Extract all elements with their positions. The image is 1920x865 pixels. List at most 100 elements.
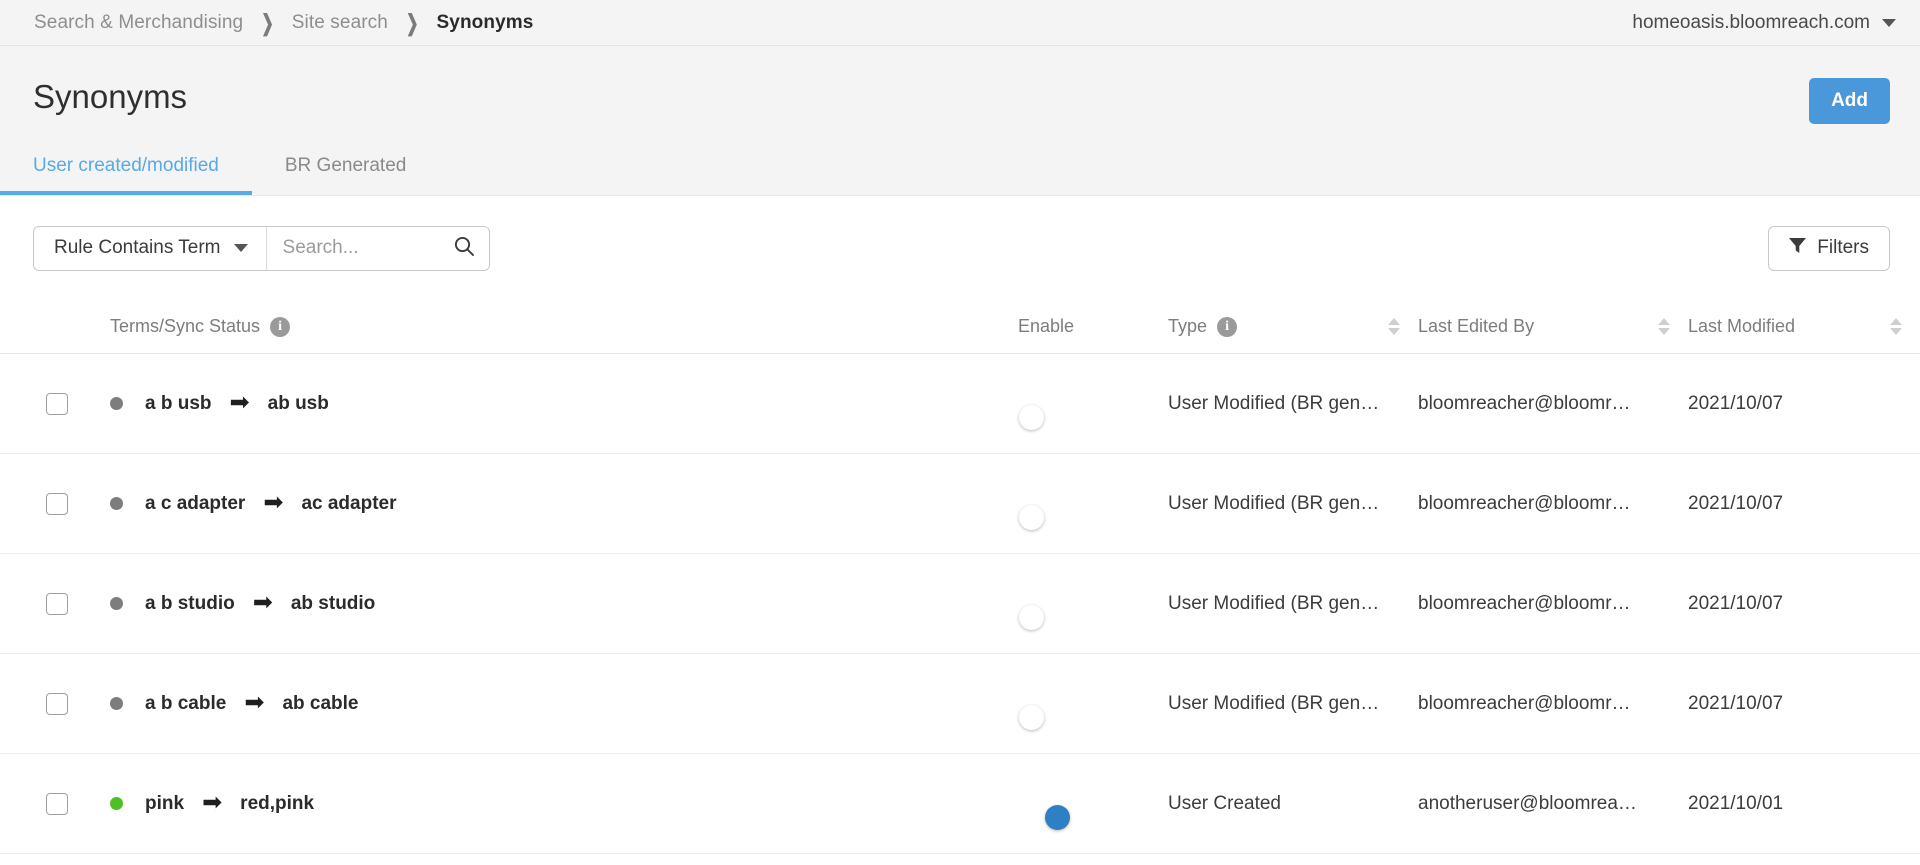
breadcrumb-item-search-merchandising[interactable]: Search & Merchandising [34, 12, 243, 34]
row-terms-cell: pink ➡ red,pink [88, 788, 1018, 816]
search-field-wrap [267, 227, 489, 270]
row-last-edited-by: bloomreacher@bloomr… [1418, 392, 1631, 414]
term-target: ab studio [290, 592, 376, 614]
header-terms: Terms/Sync Status i [88, 316, 1018, 337]
row-terms-cell: a c adapter ➡ ac adapter [88, 488, 1018, 516]
row-last-edited-by: bloomreacher@bloomr… [1418, 592, 1631, 614]
header-last-edited-by: Last Edited By [1418, 316, 1688, 337]
filters-button[interactable]: Filters [1768, 225, 1890, 271]
row-checkbox[interactable] [46, 492, 68, 515]
breadcrumb: Search & Merchandising ❯ Site search ❯ Synon… [34, 10, 1632, 37]
row-last-modified: 2021/10/07 [1688, 392, 1784, 414]
table-row[interactable]: a b studio ➡ ab studio User Modified (BR ge… [0, 554, 1920, 654]
arrow-right-icon: ➡ [252, 588, 273, 616]
row-last-edited-by: anotheruser@bloomrea… [1418, 792, 1637, 814]
row-terms-cell: a b usb ➡ ab usb [88, 388, 1018, 416]
arrow-right-icon: ➡ [202, 788, 223, 816]
sync-status-dot [110, 797, 123, 810]
rule-select-dropdown[interactable]: Rule Contains Term [34, 226, 267, 270]
row-type: User Modified (BR gen… [1168, 592, 1380, 614]
term-source: a b studio [145, 592, 235, 614]
tab-br-generated[interactable]: BR Generated [252, 155, 439, 195]
row-last-modified: 2021/10/01 [1688, 792, 1784, 814]
term-source: a b cable [145, 692, 227, 714]
search-icon[interactable] [453, 235, 475, 262]
top-bar: Search & Merchandising ❯ Site search ❯ Synon… [0, 0, 1920, 46]
info-icon[interactable]: i [1217, 316, 1238, 337]
arrow-right-icon: ➡ [263, 488, 284, 516]
table-row[interactable]: a c adapter ➡ ac adapter User Modified (BR … [0, 454, 1920, 554]
row-type: User Modified (BR gen… [1168, 692, 1380, 714]
term-target: ab cable [282, 692, 359, 714]
sync-status-dot [110, 497, 123, 510]
toolbar: Rule Contains Term Filters [0, 196, 1920, 300]
row-checkbox[interactable] [46, 392, 68, 415]
toggle-knob [1019, 704, 1044, 730]
table-row[interactable]: a b cable ➡ ab cable User Modified (BR gen…… [0, 654, 1920, 754]
tab-bar: User created/modified BR Generated [0, 155, 439, 195]
sync-status-dot [110, 697, 123, 710]
header-terms-label: Terms/Sync Status [110, 316, 261, 336]
chevron-down-icon [1882, 18, 1896, 27]
sort-type-button[interactable] [1388, 318, 1400, 335]
row-checkbox-cell [0, 692, 88, 715]
breadcrumb-item-synonyms: Synonyms [436, 11, 534, 33]
table-header-row: Terms/Sync Status i Enable Type i Last E… [0, 300, 1920, 354]
header-type-label: Type [1168, 316, 1208, 336]
sort-last-modified-button[interactable] [1890, 318, 1902, 335]
toggle-knob [1019, 604, 1044, 630]
term-source: a b usb [145, 392, 212, 414]
header-last-modified: Last Modified [1688, 316, 1920, 337]
term-target: red,pink [240, 792, 315, 814]
row-checkbox-cell [0, 592, 88, 615]
add-button[interactable]: Add [1809, 78, 1890, 124]
arrow-right-icon: ➡ [244, 688, 265, 716]
row-last-edited-by: bloomreacher@bloomr… [1418, 692, 1631, 714]
breadcrumb-item-site-search[interactable]: Site search [292, 12, 388, 34]
table-body: a b usb ➡ ab usb User Modified (BR gen… bloo… [0, 354, 1920, 854]
search-input[interactable] [282, 237, 453, 259]
row-checkbox-cell [0, 392, 88, 415]
row-checkbox[interactable] [46, 792, 68, 815]
row-last-modified: 2021/10/07 [1688, 492, 1784, 514]
sync-status-dot [110, 397, 123, 410]
toggle-knob [1045, 804, 1070, 830]
table-row[interactable]: a b usb ➡ ab usb User Modified (BR gen… bloo… [0, 354, 1920, 454]
header-last-modified-label: Last Modified [1688, 316, 1796, 336]
header-last-edited-by-label: Last Edited By [1418, 316, 1535, 336]
arrow-right-icon: ➡ [229, 388, 250, 416]
row-checkbox-cell [0, 492, 88, 515]
row-terms-cell: a b studio ➡ ab studio [88, 588, 1018, 616]
breadcrumb-separator: ❯ [261, 10, 274, 37]
rule-select-label: Rule Contains Term [54, 237, 221, 258]
row-type: User Created [1168, 792, 1281, 814]
header-enable-label: Enable [1018, 316, 1075, 336]
account-domain-label: homeoasis.bloomreach.com [1632, 11, 1870, 33]
term-target: ab usb [267, 392, 329, 414]
info-icon[interactable]: i [270, 316, 291, 337]
header-enable: Enable [1018, 316, 1168, 337]
row-last-modified: 2021/10/07 [1688, 592, 1784, 614]
toggle-knob [1019, 504, 1044, 530]
row-last-modified: 2021/10/07 [1688, 692, 1784, 714]
breadcrumb-separator: ❯ [405, 10, 419, 37]
row-type: User Modified (BR gen… [1168, 492, 1380, 514]
account-selector[interactable]: homeoasis.bloomreach.com [1632, 12, 1896, 34]
row-checkbox-cell [0, 792, 88, 815]
row-terms-cell: a b cable ➡ ab cable [88, 688, 1018, 716]
header-type: Type i [1168, 316, 1418, 337]
filters-button-label: Filters [1817, 237, 1869, 258]
page-header: Synonyms Add User created/modified BR Gen… [0, 46, 1920, 196]
term-source: pink [145, 792, 185, 814]
tab-user-created-modified[interactable]: User created/modified [0, 155, 252, 195]
row-type: User Modified (BR gen… [1168, 392, 1380, 414]
row-checkbox[interactable] [46, 592, 68, 615]
row-last-edited-by: bloomreacher@bloomr… [1418, 492, 1631, 514]
table-row[interactable]: pink ➡ red,pink User Created anotheruser@blo… [0, 754, 1920, 854]
row-checkbox[interactable] [46, 692, 68, 715]
page-title: Synonyms [33, 78, 188, 115]
chevron-down-icon [233, 244, 248, 252]
sort-last-edited-by-button[interactable] [1658, 318, 1670, 335]
term-target: ac adapter [301, 492, 397, 514]
toggle-knob [1019, 404, 1044, 430]
